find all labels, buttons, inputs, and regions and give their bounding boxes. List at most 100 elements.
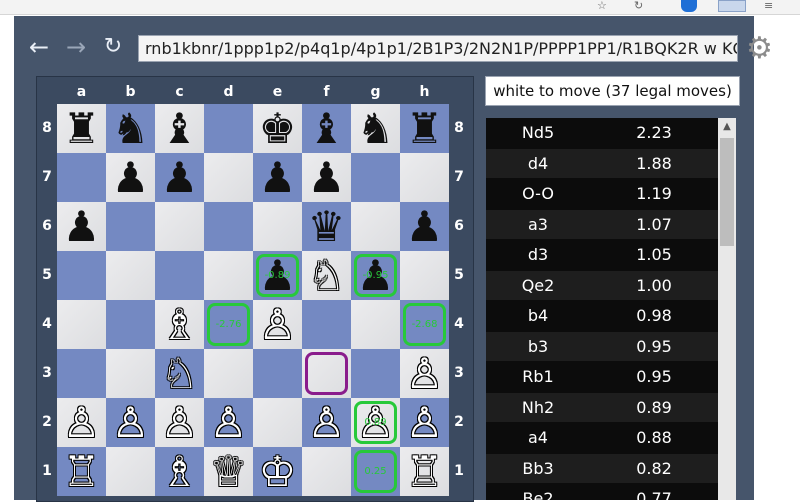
square-f2[interactable]: ♙ [302,398,351,447]
piece-f5[interactable]: ♘ [302,251,351,300]
chess-board[interactable]: ♜ ♞ ♝ ♚ ♝ ♞ ♜ ♟ ♟ ♟ ♟ ♟ ♛ ♟ ♟ -0.89 ♘ ♟ -0.95 ♗ -2.76 ♙ -2.68 ♘… [57,104,449,496]
square-a2[interactable]: ♙ [57,398,106,447]
scrollbar[interactable]: ▲ [718,118,736,500]
piece-a6[interactable]: ♟ [57,202,106,251]
move-row[interactable]: Rb1 0.95 [486,362,718,391]
square-d3[interactable] [204,349,253,398]
square-h4[interactable]: -2.68 [400,300,449,349]
piece-c8[interactable]: ♝ [155,104,204,153]
move-highlight-g1[interactable] [354,450,397,493]
square-e2[interactable] [253,398,302,447]
square-g2[interactable]: ♙ 0.89 [351,398,400,447]
gear-icon[interactable]: ⚙ [746,34,773,64]
move-row[interactable]: b3 0.95 [486,331,718,361]
square-h1[interactable]: ♖ [400,447,449,496]
square-d8[interactable] [204,104,253,153]
move-highlight-g2[interactable] [354,401,397,444]
square-f6[interactable]: ♛ [302,202,351,251]
browser-reload-icon[interactable]: ↻ [634,0,643,12]
move-row[interactable]: d3 1.05 [486,240,718,269]
square-c8[interactable]: ♝ [155,104,204,153]
piece-f6[interactable]: ♛ [302,202,351,251]
reload-icon[interactable]: ↻ [100,34,126,60]
square-a4[interactable] [57,300,106,349]
move-row[interactable]: Bb3 0.82 [486,453,718,483]
piece-c2[interactable]: ♙ [155,398,204,447]
square-b4[interactable] [106,300,155,349]
piece-g8[interactable]: ♞ [351,104,400,153]
piece-b7[interactable]: ♟ [106,153,155,202]
menu-icon[interactable]: ≡ [764,0,773,12]
piece-c1[interactable]: ♗ [155,447,204,496]
square-d1[interactable]: ♕ [204,447,253,496]
square-b5[interactable] [106,251,155,300]
square-g8[interactable]: ♞ [351,104,400,153]
move-row[interactable]: Nd5 2.23 [486,118,718,147]
bookmark-icon[interactable]: ☆ [597,0,607,12]
square-d7[interactable] [204,153,253,202]
piece-a1[interactable]: ♖ [57,447,106,496]
move-highlight-h4[interactable] [403,303,446,346]
piece-c7[interactable]: ♟ [155,153,204,202]
square-f5[interactable]: ♘ [302,251,351,300]
square-e5[interactable]: ♟ -0.89 [253,251,302,300]
square-a3[interactable] [57,349,106,398]
piece-h3[interactable]: ♙ [400,349,449,398]
square-h2[interactable]: ♙ [400,398,449,447]
piece-a8[interactable]: ♜ [57,104,106,153]
square-f1[interactable] [302,447,351,496]
square-e6[interactable] [253,202,302,251]
move-row[interactable]: Qe2 1.00 [486,270,718,300]
square-d2[interactable]: ♙ [204,398,253,447]
square-c4[interactable]: ♗ [155,300,204,349]
square-e7[interactable]: ♟ [253,153,302,202]
move-highlight-d4[interactable] [207,303,250,346]
square-b8[interactable]: ♞ [106,104,155,153]
board-extension-icon[interactable] [718,0,746,12]
scroll-up-icon[interactable]: ▲ [718,118,736,136]
square-a6[interactable]: ♟ [57,202,106,251]
piece-h6[interactable]: ♟ [400,202,449,251]
square-h5[interactable] [400,251,449,300]
move-row[interactable]: b4 0.98 [486,301,718,330]
piece-d1[interactable]: ♕ [204,447,253,496]
square-g3[interactable] [351,349,400,398]
piece-h2[interactable]: ♙ [400,398,449,447]
square-f3[interactable] [302,349,351,398]
piece-b2[interactable]: ♙ [106,398,155,447]
square-b6[interactable] [106,202,155,251]
move-row[interactable]: d4 1.88 [486,148,718,178]
square-b1[interactable] [106,447,155,496]
square-g1[interactable]: 0.25 [351,447,400,496]
square-h6[interactable]: ♟ [400,202,449,251]
selected-square-highlight[interactable] [305,352,348,395]
move-row[interactable]: Nh2 0.89 [486,392,718,422]
square-f4[interactable] [302,300,351,349]
move-row[interactable]: a4 0.88 [486,423,718,452]
piece-e1[interactable]: ♔ [253,447,302,496]
piece-f7[interactable]: ♟ [302,153,351,202]
square-g5[interactable]: ♟ -0.95 [351,251,400,300]
move-row[interactable]: a3 1.07 [486,209,718,239]
piece-f2[interactable]: ♙ [302,398,351,447]
square-c6[interactable] [155,202,204,251]
piece-b8[interactable]: ♞ [106,104,155,153]
piece-e7[interactable]: ♟ [253,153,302,202]
square-h3[interactable]: ♙ [400,349,449,398]
square-c2[interactable]: ♙ [155,398,204,447]
move-highlight-e5[interactable] [256,254,299,297]
square-d4[interactable]: -2.76 [204,300,253,349]
move-row[interactable]: O-O 1.19 [486,179,718,208]
move-list[interactable]: Nd5 2.23 d4 1.88 O-O 1.19 a3 1.07 d3 1.05 Qe2 1.00 b… [486,118,736,500]
square-g6[interactable] [351,202,400,251]
square-e3[interactable] [253,349,302,398]
piece-e8[interactable]: ♚ [253,104,302,153]
piece-c4[interactable]: ♗ [155,300,204,349]
square-b7[interactable]: ♟ [106,153,155,202]
square-b2[interactable]: ♙ [106,398,155,447]
square-e8[interactable]: ♚ [253,104,302,153]
square-a8[interactable]: ♜ [57,104,106,153]
piece-a2[interactable]: ♙ [57,398,106,447]
square-c3[interactable]: ♘ [155,349,204,398]
move-row[interactable]: Be2 0.77 [486,484,718,500]
